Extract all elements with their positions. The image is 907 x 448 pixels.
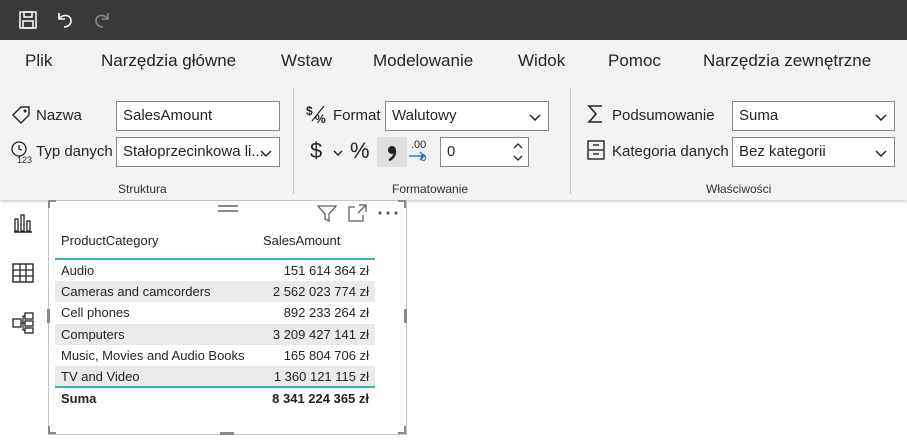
tab-file[interactable]: Plik bbox=[25, 51, 52, 71]
table-row[interactable]: Cameras and camcorders 2 562 023 774 zł bbox=[55, 281, 375, 302]
cell-category: Music, Movies and Audio Books bbox=[61, 348, 245, 363]
cell-category: TV and Video bbox=[61, 369, 140, 384]
currency-percent-icon: $% bbox=[306, 103, 330, 130]
table-row[interactable]: Computers 3 209 427 141 zł bbox=[55, 324, 375, 345]
percent-icon[interactable]: % bbox=[350, 138, 370, 164]
total-value: 8 341 224 365 zł bbox=[272, 391, 369, 406]
cell-category: Cameras and camcorders bbox=[61, 284, 211, 299]
model-view-icon[interactable] bbox=[11, 311, 35, 335]
chevron-down-icon[interactable] bbox=[332, 146, 344, 164]
undo-icon[interactable] bbox=[53, 8, 77, 32]
svg-text:123: 123 bbox=[17, 155, 32, 164]
cell-amount: 1 360 121 115 zł bbox=[273, 369, 369, 384]
table-row[interactable]: Audio 151 614 364 zł bbox=[55, 260, 375, 281]
data-view-icon[interactable] bbox=[11, 261, 35, 285]
decimal-increase-icon[interactable]: .00 0 bbox=[407, 137, 429, 170]
tag-icon bbox=[11, 105, 31, 130]
cell-amount: 151 614 364 zł bbox=[283, 263, 369, 278]
datatype-select[interactable]: Stałoprzecinkowa li... bbox=[116, 137, 280, 167]
tab-home[interactable]: Narzędzia główne bbox=[101, 51, 236, 71]
stepper-arrows-icon[interactable] bbox=[512, 140, 524, 164]
comma-icon bbox=[388, 146, 397, 162]
drag-handle-icon[interactable] bbox=[216, 201, 238, 219]
format-label: Format bbox=[333, 107, 381, 124]
cell-category: Cell phones bbox=[61, 305, 130, 320]
tab-modeling[interactable]: Modelowanie bbox=[373, 51, 473, 71]
cell-amount: 3 209 427 141 zł bbox=[272, 327, 369, 342]
table-row[interactable]: Music, Movies and Audio Books 165 804 70… bbox=[55, 345, 375, 366]
column-header-category[interactable]: ProductCategory bbox=[61, 233, 159, 248]
tab-external-tools[interactable]: Narzędzia zewnętrzne bbox=[703, 51, 871, 71]
decimals-value: 0 bbox=[447, 143, 456, 160]
comma-button[interactable] bbox=[377, 137, 407, 167]
cell-category: Audio bbox=[61, 263, 95, 278]
column-name-input[interactable]: SalesAmount bbox=[116, 101, 280, 131]
save-icon[interactable] bbox=[16, 8, 40, 32]
category-select[interactable]: Bez kategorii bbox=[732, 137, 895, 167]
menu-bar: Plik Narzędzia główne Wstaw Modelowanie … bbox=[0, 40, 907, 82]
group-separator bbox=[293, 88, 294, 194]
svg-text:$: $ bbox=[306, 104, 313, 118]
resize-handle[interactable] bbox=[404, 309, 407, 323]
total-label: Suma bbox=[61, 391, 97, 406]
report-view-icon[interactable] bbox=[11, 211, 35, 235]
total-row: Suma 8 341 224 365 zł bbox=[55, 388, 375, 409]
format-select[interactable]: Walutowy bbox=[385, 101, 549, 131]
decimals-stepper[interactable]: 0 bbox=[440, 137, 529, 167]
category-label: Kategoria danych bbox=[612, 143, 729, 160]
summarize-label: Podsumowanie bbox=[612, 107, 715, 124]
more-options-icon[interactable] bbox=[377, 204, 398, 222]
group-label-properties: Właściwości bbox=[706, 182, 772, 196]
name-label: Nazwa bbox=[36, 107, 82, 124]
datatype-value: Stałoprzecinkowa li... bbox=[123, 143, 264, 160]
summarize-select[interactable]: Suma bbox=[732, 101, 895, 131]
filter-icon[interactable] bbox=[316, 204, 338, 223]
tab-insert[interactable]: Wstaw bbox=[281, 51, 332, 71]
chevron-down-icon bbox=[260, 150, 272, 158]
chevron-down-icon bbox=[529, 114, 541, 122]
group-label-structure: Struktura bbox=[118, 182, 167, 196]
datatype-label: Typ danych bbox=[36, 143, 113, 160]
resize-handle[interactable] bbox=[47, 309, 50, 323]
group-label-formatting: Formatowanie bbox=[392, 182, 469, 196]
tab-help[interactable]: Pomoc bbox=[608, 51, 661, 71]
column-header-amount[interactable]: SalesAmount bbox=[263, 233, 340, 248]
tab-view[interactable]: Widok bbox=[518, 51, 565, 71]
format-value: Walutowy bbox=[392, 107, 457, 124]
ribbon: Nazwa SalesAmount 123 Typ danych Stałopr… bbox=[0, 82, 907, 200]
svg-text:%: % bbox=[315, 112, 326, 125]
category-value: Bez kategorii bbox=[739, 143, 826, 160]
cell-amount: 892 233 264 zł bbox=[283, 305, 369, 320]
resize-handle[interactable] bbox=[220, 432, 234, 435]
redo-icon[interactable] bbox=[90, 8, 114, 32]
chevron-down-icon bbox=[875, 150, 887, 158]
resize-handle[interactable] bbox=[404, 200, 406, 208]
title-bar bbox=[0, 0, 907, 40]
svg-text:0: 0 bbox=[421, 153, 426, 163]
sigma-icon bbox=[585, 103, 607, 130]
dollar-icon[interactable]: $ bbox=[310, 138, 322, 164]
group-separator bbox=[570, 88, 571, 194]
focus-mode-icon[interactable] bbox=[347, 204, 367, 222]
table-row[interactable]: Cell phones 892 233 264 zł bbox=[55, 302, 375, 323]
svg-text:.00: .00 bbox=[411, 139, 426, 151]
chevron-down-icon bbox=[875, 114, 887, 122]
cell-amount: 165 804 706 zł bbox=[283, 348, 369, 363]
clock-123-icon: 123 bbox=[10, 140, 34, 169]
resize-handle[interactable] bbox=[404, 426, 406, 434]
table-row[interactable]: TV and Video 1 360 121 115 zł bbox=[55, 366, 375, 387]
category-icon bbox=[586, 139, 606, 166]
summarize-value: Suma bbox=[739, 107, 779, 124]
resize-handle[interactable] bbox=[48, 200, 50, 208]
cell-amount: 2 562 023 774 zł bbox=[272, 284, 369, 299]
resize-handle[interactable] bbox=[48, 426, 50, 434]
cell-category: Computers bbox=[61, 327, 125, 342]
